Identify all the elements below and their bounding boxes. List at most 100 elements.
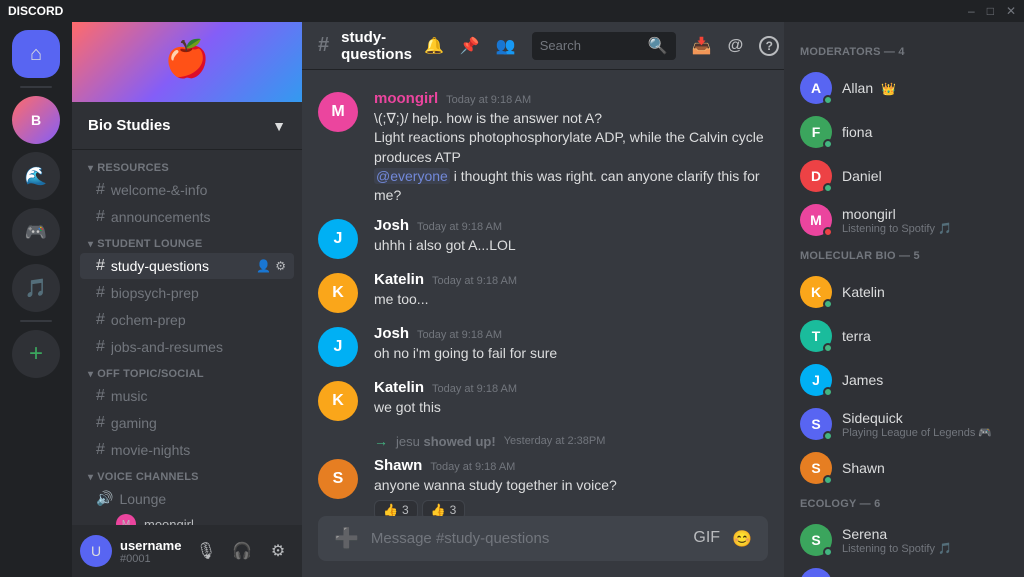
server-icon-4[interactable]: 🎵 [12,264,60,312]
mute-button[interactable]: 🎙 [190,535,222,567]
message-group: K Katelin Today at 9:18 AM me too... [302,267,784,317]
message-input[interactable] [371,530,682,547]
deafen-button[interactable]: 🎧 [226,535,258,567]
message-text: me too... [374,290,768,309]
channel-name: study-questions [111,258,256,274]
reaction-count: 3 [450,503,457,517]
reaction-count: 3 [402,503,409,517]
hash-icon: # [96,257,105,275]
add-server-button[interactable]: + [12,330,60,378]
server-header[interactable]: Bio Studies ▼ [72,102,302,150]
inbox-icon[interactable]: 📥 [692,36,712,56]
member-daniel[interactable]: D Daniel [792,154,1016,198]
gif-button[interactable]: GIF [693,529,720,549]
pin-icon[interactable]: 📌 [460,36,480,56]
member-name: James [842,372,1008,388]
person-icon[interactable]: 👤 [256,259,271,273]
member-name: Daniel [842,168,1008,184]
at-icon[interactable]: @ [728,37,744,55]
category-header-lounge[interactable]: ▾ STUDENT LOUNGE [72,234,302,252]
message-author[interactable]: Katelin [374,271,424,288]
maximize-button[interactable]: □ [987,4,994,18]
bell-icon[interactable]: 🔔 [424,36,444,56]
category-label-lounge: STUDENT LOUNGE [97,238,202,250]
member-gnarf[interactable]: G gnarf [792,562,1016,577]
search-input[interactable] [540,38,640,53]
member-allan[interactable]: A Allan 👑 [792,66,1016,110]
channel-biopsych-prep[interactable]: # biopsych-prep [80,280,294,306]
channel-announcements[interactable]: # announcements [80,204,294,230]
member-serena[interactable]: S Serena Listening to Spotify 🎵 [792,518,1016,562]
channel-ochem-prep[interactable]: # ochem-prep [80,307,294,333]
channel-gaming[interactable]: # gaming [80,410,294,436]
channel-header-hash: # [318,34,329,57]
message-group: J Josh Today at 9:18 AM oh no i'm going … [302,321,784,371]
server-list: ⌂ B 🌊 🎮 🎵 + [0,22,72,577]
user-settings-button[interactable]: ⚙ [262,535,294,567]
channel-lounge-voice[interactable]: 🔊 Lounge [80,486,294,511]
server-icon-bio[interactable]: B [12,96,60,144]
member-info: moongirl Listening to Spotify 🎵 [842,206,1008,235]
online-indicator [823,299,833,309]
search-icon[interactable]: 🔍 [648,36,668,56]
reaction-thumbsup-1[interactable]: 👍 3 [374,500,418,517]
channel-name: ochem-prep [111,312,286,328]
member-avatar: D [800,160,832,192]
close-button[interactable]: ✕ [1006,4,1016,18]
member-james[interactable]: J James [792,358,1016,402]
channel-movie-nights[interactable]: # movie-nights [80,437,294,463]
member-sidequick[interactable]: S Sidequick Playing League of Legends 🎮 [792,402,1016,446]
message-timestamp: Today at 9:18 AM [432,383,517,395]
server-icon-2[interactable]: 🌊 [12,152,60,200]
message-group: S Shawn Today at 9:18 AM anyone wanna st… [302,453,784,516]
category-header-resources[interactable]: ▾ RESOURCES [72,158,302,176]
message-timestamp: Today at 9:18 AM [417,221,502,233]
member-fiona[interactable]: F fiona [792,110,1016,154]
member-status: Listening to Spotify 🎵 [842,222,1008,235]
voice-user-avatar: M [116,514,136,525]
member-shawn[interactable]: S Shawn [792,446,1016,490]
molecular-bio-header: MOLECULAR BIO — 5 [792,250,1016,262]
people-icon[interactable]: 👥 [496,36,516,56]
help-icon[interactable]: ? [759,36,779,56]
message-author[interactable]: Josh [374,325,409,342]
voice-user-moongirl[interactable]: M moongirl [80,512,294,525]
reaction-thumbsup-2[interactable]: 👍 3 [422,500,466,517]
online-indicator [823,475,833,485]
channel-study-questions[interactable]: # study-questions 👤 ⚙ [80,253,294,279]
category-header-voice[interactable]: ▾ VOICE CHANNELS [72,467,302,485]
member-avatar: K [800,276,832,308]
server-name: Bio Studies [88,117,171,134]
member-name: moongirl [842,206,1008,222]
emoji-button[interactable]: 😊 [732,529,752,549]
message-author[interactable]: moongirl [374,90,438,107]
attach-button[interactable]: ➕ [334,526,359,551]
online-indicator [823,387,833,397]
message-content: Katelin Today at 9:18 AM we got this [374,379,768,421]
message-author[interactable]: Shawn [374,457,422,474]
category-arrow: ▾ [88,163,93,174]
member-katelin[interactable]: K Katelin [792,270,1016,314]
channel-welcome[interactable]: # welcome-&-info [80,177,294,203]
home-server-icon[interactable]: ⌂ [12,30,60,78]
message-author[interactable]: Josh [374,217,409,234]
channel-jobs-resumes[interactable]: # jobs-and-resumes [80,334,294,360]
user-panel-info: username #0001 [120,538,182,565]
message-content: Josh Today at 9:18 AM uhhh i also got A.… [374,217,768,259]
server-icon-3[interactable]: 🎮 [12,208,60,256]
online-indicator [823,95,833,105]
category-off-topic: ▾ OFF TOPIC/SOCIAL # music # gaming # mo… [72,364,302,463]
message-header: Josh Today at 9:18 AM [374,217,768,234]
category-header-offtopic[interactable]: ▾ OFF TOPIC/SOCIAL [72,364,302,382]
user-panel-status: #0001 [120,553,182,565]
channel-name: movie-nights [111,442,286,458]
member-info: terra [842,328,1008,344]
channel-music[interactable]: # music [80,383,294,409]
minimize-button[interactable]: – [968,4,975,18]
message-group: K Katelin Today at 9:18 AM we got this [302,375,784,425]
member-moongirl[interactable]: M moongirl Listening to Spotify 🎵 [792,198,1016,242]
member-terra[interactable]: T terra [792,314,1016,358]
user-panel: U username #0001 🎙 🎧 ⚙ [72,525,302,577]
message-author[interactable]: Katelin [374,379,424,396]
settings-icon[interactable]: ⚙ [275,259,286,273]
